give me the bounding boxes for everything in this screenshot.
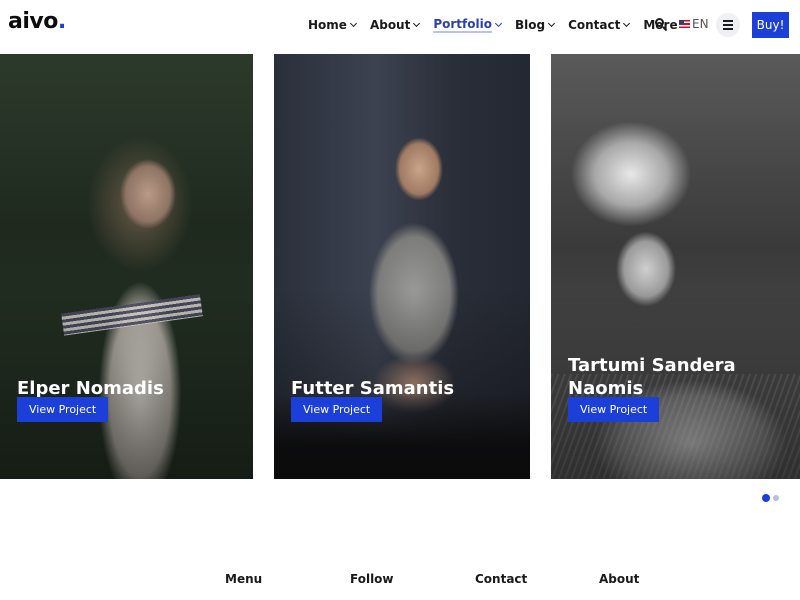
nav-item-label: Home <box>308 18 347 32</box>
nav-item-blog[interactable]: Blog <box>514 18 556 32</box>
nav-item-label: Contact <box>568 18 621 32</box>
view-project-button[interactable]: View Project <box>291 397 383 422</box>
chevron-down-icon <box>494 19 503 28</box>
main-nav: Home About Portfolio Blog Contact More <box>308 0 701 50</box>
nav-item-label: Portfolio <box>433 17 492 33</box>
menu-icon <box>723 24 733 26</box>
menu-icon <box>723 28 733 30</box>
nav-item-about[interactable]: About <box>369 18 421 32</box>
nav-item-label: About <box>369 18 411 32</box>
menu-icon <box>723 20 733 22</box>
pagination-dot[interactable] <box>773 495 779 501</box>
nav-item-home[interactable]: Home <box>308 18 357 32</box>
nav-item-portfolio[interactable]: Portfolio <box>433 17 503 33</box>
buy-button[interactable]: Buy! <box>752 12 789 38</box>
nav-item-contact[interactable]: Contact <box>568 18 631 32</box>
brand-name: aivo <box>8 9 58 34</box>
portfolio-card[interactable]: Elper Nomadis Digital View Project <box>0 54 253 479</box>
chevron-down-icon <box>413 19 421 28</box>
brand-dot: . <box>57 9 66 34</box>
site-header: aivo. Home About Portfolio Blog Contact … <box>0 0 800 50</box>
footer-heading-menu: Menu <box>225 572 263 586</box>
chevron-down-icon <box>623 19 631 28</box>
footer-heading-contact: Contact <box>475 572 528 586</box>
portfolio-card[interactable]: Futter Samantis Print View Project <box>274 54 530 479</box>
language-switcher[interactable]: EN <box>679 17 709 31</box>
brand-logo[interactable]: aivo. <box>8 9 66 34</box>
flag-icon <box>679 20 690 28</box>
portfolio-card[interactable]: Tartumi Sandera Naomis Branding View Pro… <box>551 54 800 479</box>
menu-button[interactable] <box>716 13 740 37</box>
search-icon[interactable] <box>655 18 668 32</box>
chevron-down-icon <box>548 19 556 28</box>
card-title: Tartumi Sandera Naomis <box>568 355 736 399</box>
footer-heading-follow: Follow <box>350 572 394 586</box>
view-project-button[interactable]: View Project <box>17 397 109 422</box>
footer-heading-about: About <box>599 572 640 586</box>
carousel-pagination <box>762 494 782 502</box>
nav-item-label: Blog <box>514 18 546 32</box>
chevron-down-icon <box>349 19 357 28</box>
view-project-button[interactable]: View Project <box>568 397 660 422</box>
pagination-dot-active[interactable] <box>762 494 770 502</box>
language-label: EN <box>692 17 709 31</box>
